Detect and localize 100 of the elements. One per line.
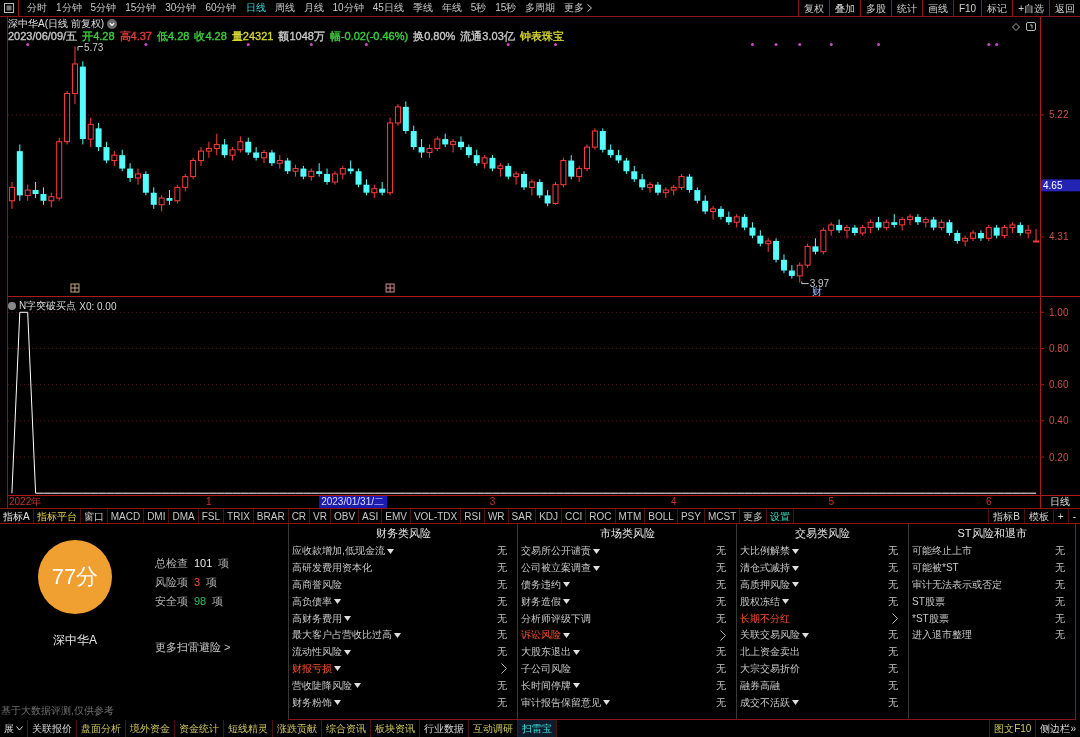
indicator-tab[interactable]: MCST (704, 509, 741, 523)
risk-item[interactable]: 财务粉饰 (292, 695, 332, 710)
period-tab[interactable]: 日线 (243, 1, 268, 15)
chevron-right-icon[interactable] (720, 629, 726, 641)
period-tab[interactable]: 45日线 (370, 1, 406, 15)
risk-item[interactable]: 最大客户占营收比过高 (292, 628, 392, 643)
indicator-tab[interactable]: MACD (107, 509, 145, 523)
period-tab[interactable]: 季线 (410, 1, 435, 15)
panel-icon[interactable] (1026, 22, 1036, 31)
bottom-tab[interactable]: 涨跌贡献 (273, 720, 322, 737)
indicator-tab[interactable]: 窗口 (80, 509, 108, 523)
risk-item[interactable]: 成交不活跃 (740, 695, 790, 710)
risk-item[interactable]: 大宗交易折价 (740, 661, 800, 676)
dropdown-triangle-icon[interactable] (593, 548, 600, 554)
dropdown-triangle-icon[interactable] (563, 582, 570, 588)
risk-item[interactable]: 北上资金卖出 (740, 645, 800, 660)
indicator-tab[interactable]: KDJ (536, 509, 563, 523)
dropdown-triangle-icon[interactable] (334, 666, 341, 672)
bottom-tab[interactable]: 盘面分析 (77, 720, 126, 737)
toolbar-button[interactable]: 复权 (797, 0, 829, 16)
dropdown-triangle-icon[interactable] (563, 632, 570, 638)
risk-item[interactable]: 营收陡降风险 (292, 678, 352, 693)
bottom-tab[interactable]: 行业数据 (420, 720, 469, 737)
indicator-tab[interactable]: 设置 (767, 509, 795, 523)
toolbar-button[interactable]: 画线 (921, 0, 953, 16)
risk-item[interactable]: 清仓式减持 (740, 561, 790, 576)
dropdown-triangle-icon[interactable] (603, 700, 610, 706)
period-tab[interactable]: 5分钟 (88, 1, 119, 15)
risk-item[interactable]: *ST股票 (912, 611, 949, 626)
dropdown-triangle-icon[interactable] (792, 582, 799, 588)
indicator-tab[interactable]: EMV (382, 509, 411, 523)
risk-item[interactable]: 分析师评级下调 (521, 611, 591, 626)
toolbar-button[interactable]: 标记 (981, 0, 1013, 16)
circle-icon[interactable] (8, 302, 16, 310)
indicator-tab[interactable]: PSY (677, 509, 705, 523)
indicator-tab[interactable]: BRAR (253, 509, 289, 523)
dropdown-triangle-icon[interactable] (386, 548, 394, 554)
indicator-tab[interactable]: FSL (198, 509, 225, 523)
toolbar-button[interactable]: F10 (952, 0, 982, 16)
dropdown-triangle-icon[interactable] (593, 565, 600, 571)
dropdown-triangle-icon[interactable] (792, 700, 799, 706)
risk-item[interactable]: 长期不分红 (740, 611, 790, 626)
risk-item[interactable]: 审计无法表示或否定 (912, 578, 1002, 592)
dropdown-triangle-icon[interactable] (563, 599, 570, 605)
indicator-tab[interactable]: SAR (508, 509, 537, 523)
window-icon[interactable] (4, 3, 14, 13)
risk-item[interactable]: 可能终止上市 (912, 544, 972, 559)
chevron-right-icon[interactable] (892, 613, 898, 625)
dropdown-triangle-icon[interactable] (334, 599, 341, 605)
indicator-tab[interactable]: 指标平台 (33, 509, 81, 523)
period-tab[interactable]: 60分钟 (203, 1, 239, 15)
period-tab[interactable]: 10分钟 (330, 1, 366, 15)
bottom-tab[interactable]: 板块资讯 (371, 720, 420, 737)
indicator-tab[interactable]: TRIX (224, 509, 254, 523)
diamond-icon[interactable] (1012, 22, 1020, 31)
indicator-tab[interactable]: 模板 (1023, 509, 1053, 523)
bottom-link[interactable]: 图文F10 (989, 720, 1036, 737)
dropdown-icon[interactable] (107, 19, 118, 29)
risk-item[interactable]: 债务违约 (521, 578, 561, 592)
risk-item[interactable]: 应收款增加,低现金流 (292, 544, 385, 559)
dropdown-triangle-icon[interactable] (573, 649, 580, 655)
dropdown-triangle-icon[interactable] (394, 632, 401, 638)
risk-item[interactable]: 公司被立案调查 (521, 561, 591, 576)
toolbar-button[interactable]: +自选 (1012, 0, 1049, 16)
bottom-tab[interactable]: 短线精灵 (224, 720, 273, 737)
toolbar-button[interactable]: 返回 (1049, 0, 1080, 16)
indicator-tab[interactable]: RSI (461, 509, 485, 523)
period-tab[interactable]: 年线 (439, 1, 464, 15)
dropdown-triangle-icon[interactable] (802, 632, 809, 638)
indicator-tab[interactable]: BOLL (645, 509, 678, 523)
toolbar-button[interactable]: 统计 (890, 0, 922, 16)
bottom-tab[interactable]: 关联报价 (28, 720, 77, 737)
indicator-tab[interactable]: CR (288, 509, 311, 523)
indicator-tab[interactable]: WR (484, 509, 509, 523)
indicator-tab[interactable]: CCI (562, 509, 587, 523)
risk-item[interactable]: 流动性风险 (292, 645, 342, 660)
risk-item[interactable]: 股权冻结 (740, 594, 780, 609)
risk-item[interactable]: 进入退市整理 (912, 628, 972, 643)
period-tab[interactable]: 5秒 (468, 1, 489, 15)
risk-item[interactable]: 大股东退出 (521, 645, 571, 660)
risk-item[interactable]: 财报亏损 (292, 661, 332, 676)
dropdown-triangle-icon[interactable] (782, 599, 789, 605)
toolbar-button[interactable]: 叠加 (828, 0, 860, 16)
risk-item[interactable]: 可能被*ST (912, 561, 959, 576)
indicator-tab[interactable]: - (1067, 509, 1080, 523)
risk-item[interactable]: 长时间停牌 (521, 678, 571, 693)
bottom-tab[interactable]: 展 (0, 720, 28, 737)
indicator-tab[interactable]: VR (310, 509, 331, 523)
risk-item[interactable]: 高研发费用资本化 (292, 561, 372, 576)
period-tab[interactable]: 30分钟 (163, 1, 199, 15)
risk-item[interactable]: 交易所公开谴责 (521, 544, 591, 559)
more-scan-link[interactable]: 更多扫雷避险 > (155, 640, 231, 655)
bottom-link[interactable]: 侧边栏» (1035, 720, 1080, 737)
period-tab[interactable]: 周线 (272, 1, 297, 15)
indicator-tab[interactable]: MTM (615, 509, 646, 523)
risk-item[interactable]: 子公司风险 (521, 661, 571, 676)
indicator-tab[interactable]: DMA (169, 509, 199, 523)
risk-item[interactable]: 高质押风险 (740, 578, 790, 592)
toolbar-button[interactable]: 多股 (859, 0, 891, 16)
dropdown-triangle-icon[interactable] (344, 616, 351, 622)
